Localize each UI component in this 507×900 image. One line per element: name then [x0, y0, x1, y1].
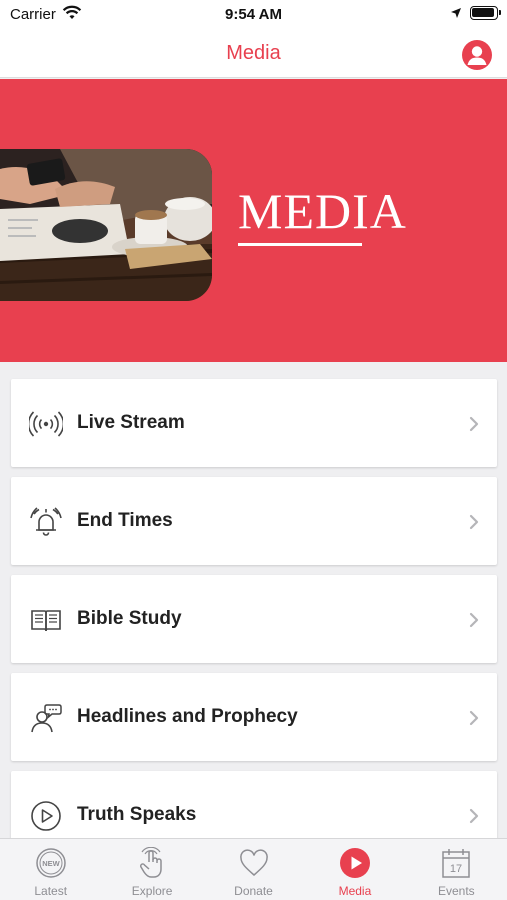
- chevron-right-icon: [469, 416, 479, 432]
- menu-item-end-times[interactable]: End Times: [11, 477, 497, 565]
- broadcast-icon: [29, 411, 63, 437]
- calendar-icon: 17: [442, 849, 471, 878]
- open-book-icon: [31, 610, 61, 632]
- clock: 9:54 AM: [225, 6, 282, 23]
- tab-label: Latest: [34, 884, 68, 898]
- menu-item-label: End Times: [77, 510, 173, 531]
- tab-latest[interactable]: NEW Latest: [0, 839, 101, 900]
- menu-item-label: Live Stream: [77, 412, 185, 433]
- chevron-right-icon: [469, 710, 479, 726]
- user-profile-icon: [467, 46, 487, 65]
- heart-icon: [239, 849, 268, 876]
- tap-hand-icon: [140, 847, 162, 878]
- tab-media[interactable]: Media: [304, 839, 405, 900]
- chevron-right-icon: [469, 612, 479, 628]
- chevron-right-icon: [469, 514, 479, 530]
- tab-donate[interactable]: Donate: [203, 839, 304, 900]
- profile-button[interactable]: [462, 40, 492, 70]
- menu-item-label: Truth Speaks: [77, 804, 197, 825]
- tab-events[interactable]: 17 Events: [406, 839, 507, 900]
- tab-label: Media: [338, 884, 372, 898]
- hero-title: MEDIA: [238, 183, 407, 239]
- play-circle-icon: [339, 848, 370, 878]
- hero-underline: [238, 243, 362, 246]
- tab-bar: NEW Latest Explore Donate Media 17 Event…: [0, 838, 507, 900]
- media-menu-list: Live Stream End Times Bible Study Headli…: [11, 379, 497, 869]
- new-badge-icon: NEW: [35, 848, 66, 878]
- hero-photo: [0, 149, 212, 301]
- tab-explore[interactable]: Explore: [101, 839, 202, 900]
- media-screen: Carrier 9:54 AM Media MEDIA Live Stream …: [0, 0, 507, 900]
- tab-label: Donate: [234, 884, 273, 898]
- svg-text:17: 17: [450, 863, 462, 875]
- battery-icon: [470, 6, 501, 20]
- status-bar: Carrier 9:54 AM: [0, 0, 507, 30]
- location-arrow-icon: [451, 8, 461, 18]
- menu-item-headlines-and-prophecy[interactable]: Headlines and Prophecy: [11, 673, 497, 761]
- svg-text:NEW: NEW: [42, 859, 60, 868]
- menu-item-label: Headlines and Prophecy: [77, 706, 298, 727]
- alarm-bell-icon: [30, 507, 62, 536]
- chevron-right-icon: [469, 808, 479, 824]
- page-title: Media: [226, 42, 281, 64]
- tab-label: Explore: [131, 884, 173, 898]
- play-circle-icon: [31, 801, 61, 831]
- menu-item-label: Bible Study: [77, 608, 182, 629]
- speaking-person-icon: [31, 704, 62, 733]
- menu-item-live-stream[interactable]: Live Stream: [11, 379, 497, 467]
- tab-label: Events: [437, 884, 475, 898]
- media-hero-banner: MEDIA: [0, 79, 507, 362]
- menu-item-bible-study[interactable]: Bible Study: [11, 575, 497, 663]
- navigation-bar: Media: [0, 30, 507, 78]
